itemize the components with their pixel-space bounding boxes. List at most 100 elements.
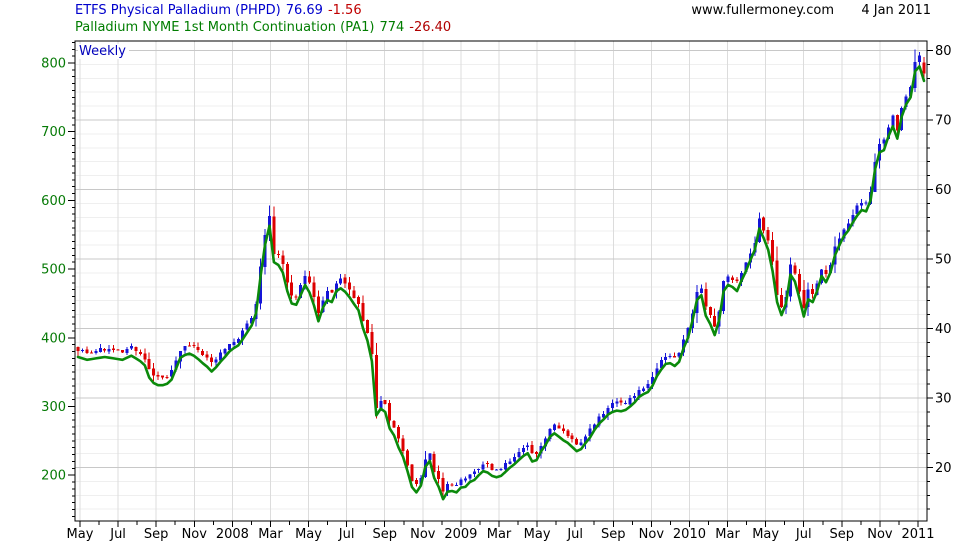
candle-body <box>802 290 806 308</box>
candle-body <box>125 348 129 353</box>
x-axis-tick-label: Nov <box>867 527 893 542</box>
right-axis-tick-label: 40 <box>935 322 952 337</box>
right-axis-tick-label: 60 <box>935 183 952 198</box>
x-axis-tick-label: 2008 <box>216 527 249 542</box>
candle-body <box>357 296 361 304</box>
candle-body <box>343 277 347 284</box>
x-axis-tick-label: 2011 <box>901 527 934 542</box>
candle-body <box>405 450 409 466</box>
candle-body <box>223 349 227 354</box>
candle-body <box>699 288 703 293</box>
candle-body <box>517 452 521 457</box>
x-axis-tick-label: Sep <box>830 527 855 542</box>
x-axis-tick-label: May <box>295 527 322 542</box>
candle-body <box>535 451 539 454</box>
candle-body <box>477 468 481 471</box>
right-axis-tick-label: 80 <box>935 44 952 59</box>
candle-body <box>459 479 463 485</box>
x-axis-tick-label: Jul <box>338 527 355 542</box>
candle-body <box>388 402 392 421</box>
left-axis-tick-label: 400 <box>41 331 66 346</box>
candle-body <box>112 348 116 351</box>
candle-body <box>450 484 454 486</box>
candle-body <box>557 425 561 429</box>
candle-body <box>312 282 316 298</box>
x-axis-tick-label: May <box>752 527 779 542</box>
candle-body <box>285 263 289 283</box>
candle-body <box>294 296 298 298</box>
candle-body <box>566 430 570 437</box>
x-axis-tick-label: Sep <box>372 527 397 542</box>
candle-body <box>495 469 499 471</box>
candle-body <box>232 342 236 345</box>
candle-body <box>383 400 387 404</box>
candle-body <box>615 401 619 404</box>
left-axis-tick-label: 600 <box>41 194 66 209</box>
candle-body <box>797 274 801 292</box>
candle-body <box>481 464 485 470</box>
candle-body <box>281 255 285 265</box>
candle-body <box>508 461 512 465</box>
series2-last: 774 <box>379 20 405 35</box>
x-axis-tick-label: 2009 <box>444 527 477 542</box>
candle-body <box>499 468 503 470</box>
x-axis-tick-label: Mar <box>487 527 512 542</box>
candle-body <box>76 346 80 352</box>
candle-body <box>633 395 637 399</box>
candle-body <box>80 349 84 352</box>
candle-body <box>156 375 160 377</box>
candle-body <box>85 349 89 354</box>
candle-body <box>726 276 730 282</box>
candle-body <box>575 438 579 445</box>
candle-body <box>731 277 735 280</box>
candle-body <box>472 471 476 474</box>
candle-body <box>766 230 770 241</box>
series1-change: -1.56 <box>327 3 362 18</box>
candle-body <box>793 265 797 274</box>
candle-body <box>468 474 472 479</box>
series1-title: ETFS Physical Palladium (PHPD) 76.69 -1.… <box>75 3 362 18</box>
candle-body <box>192 345 196 347</box>
candle-body <box>526 445 530 448</box>
candle-body <box>860 203 864 206</box>
candle-body <box>704 288 708 307</box>
candle-body <box>339 278 343 284</box>
candle-body <box>330 289 334 293</box>
x-axis-tick-label: Nov <box>410 527 436 542</box>
candle-body <box>824 270 828 275</box>
candle-body <box>668 356 672 358</box>
candle-body <box>165 376 169 378</box>
candle-body <box>780 294 784 308</box>
candle-body <box>922 62 926 74</box>
candle-body <box>397 427 401 439</box>
candle-body <box>454 484 458 486</box>
price-chart: 800 700 600 500 400 300 200 80 70 60 50 40 30 20 May Ju… <box>41 40 952 542</box>
candle-body <box>94 351 98 354</box>
candle-body <box>103 348 107 351</box>
series1-name: ETFS Physical Palladium (PHPD) <box>75 3 281 18</box>
candle-body <box>811 288 815 295</box>
candle-body <box>441 477 445 492</box>
candle-body <box>570 435 574 440</box>
candle-body <box>290 282 294 296</box>
candle-body <box>134 347 138 352</box>
x-axis-tick-label: Mar <box>258 527 283 542</box>
right-axis-tick-label: 50 <box>935 253 952 268</box>
left-axis-tick-label: 500 <box>41 263 66 278</box>
x-axis-tick-label: Jul <box>795 527 812 542</box>
x-axis-tick-label: Sep <box>601 527 626 542</box>
candle-body <box>552 424 556 430</box>
candle-body <box>401 438 405 452</box>
candle-body <box>161 375 165 378</box>
series1-last: 76.69 <box>285 3 323 18</box>
timeframe-label: Weekly <box>78 44 129 59</box>
candle-body <box>107 348 111 352</box>
candle-body <box>708 307 712 315</box>
x-axis-tick-label: Jul <box>109 527 126 542</box>
palladium-chart-page: 800 700 600 500 400 300 200 80 70 60 50 40 30 20 May Ju… <box>0 0 980 560</box>
candle-body <box>152 368 156 376</box>
candle-body <box>414 480 418 484</box>
candle-body <box>463 478 467 481</box>
candle-body <box>771 239 775 262</box>
candle-body <box>361 303 365 322</box>
